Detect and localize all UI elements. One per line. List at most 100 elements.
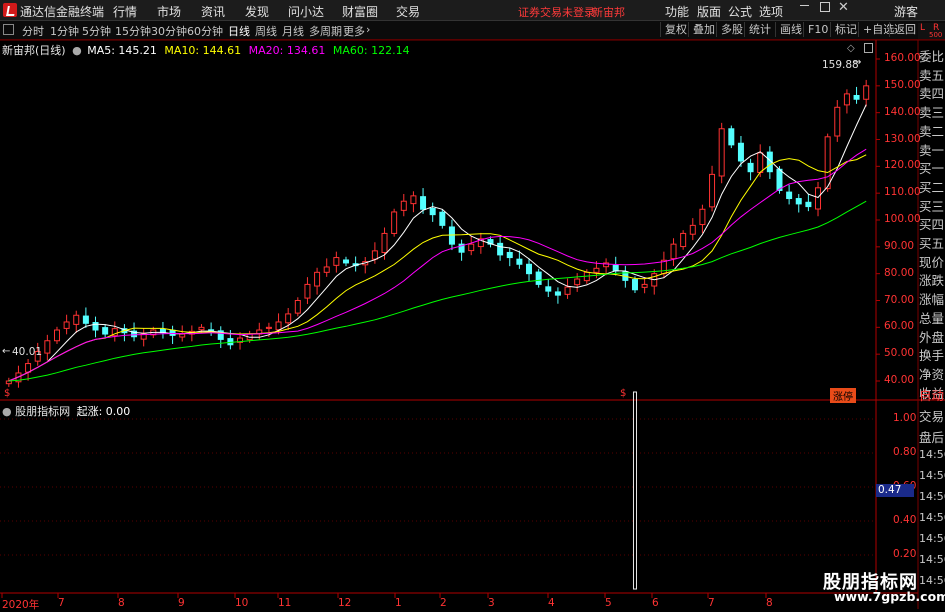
side-trade-tab[interactable]: 盘后 — [919, 427, 945, 446]
candle-body — [786, 191, 793, 200]
candle-body — [198, 326, 205, 331]
candle-body — [506, 251, 513, 259]
candle-body — [641, 283, 648, 288]
price-tick-label: 80.00 — [884, 266, 915, 279]
side-quote-label: 买三 — [919, 198, 945, 214]
candle-body — [294, 300, 301, 314]
side-quote-label: 买五 — [919, 236, 945, 251]
side-quote-label: 卖二 — [919, 123, 945, 139]
candle-body — [381, 232, 388, 253]
candle-body — [227, 338, 234, 346]
time-tick-label: 1 — [395, 597, 402, 609]
candle-body — [73, 314, 80, 325]
price-tick-label: 150.00 — [884, 78, 921, 91]
price-tick-label: 110.00 — [884, 186, 921, 199]
candle-body — [448, 226, 455, 245]
candle-body — [391, 211, 398, 234]
candle-body — [497, 242, 504, 256]
time-tick-label: 12 — [338, 597, 352, 609]
price-tick-label: 120.00 — [884, 159, 921, 172]
side-quote-label: 现价 — [919, 254, 945, 270]
trade-time-label: 14:56 — [919, 574, 945, 587]
candle-body — [699, 208, 706, 226]
candle-body — [843, 93, 850, 106]
side-quote-label: 卖一 — [919, 142, 945, 158]
panel-toggle-icon[interactable] — [864, 43, 873, 53]
side-trade-tab[interactable]: 自动 — [919, 385, 945, 404]
limit-up-badge: 涨停 — [830, 388, 856, 403]
signal-s-icon: $ — [620, 388, 627, 399]
indicator-tick-label: 0.40 — [893, 514, 917, 526]
candle-body — [410, 195, 417, 205]
time-tick-label: 8 — [118, 597, 125, 609]
side-quote-label: 总量 — [919, 310, 945, 326]
candle-body — [815, 187, 822, 210]
candle-body — [728, 128, 735, 146]
candle-body — [468, 243, 475, 252]
candle-body — [25, 363, 32, 373]
ma20-line — [8, 148, 867, 382]
candle-body — [342, 259, 349, 264]
candle-body — [535, 271, 542, 285]
trade-time-label: 14:56 — [919, 469, 945, 482]
candle-body — [776, 168, 783, 191]
candle-body — [285, 313, 292, 324]
kline-chart[interactable] — [0, 0, 945, 609]
candle-body — [439, 211, 446, 226]
side-quote-label: 买二 — [919, 179, 945, 195]
time-tick-label: 6 — [652, 597, 659, 609]
candle-body — [5, 380, 12, 385]
time-tick-label: 8 — [766, 597, 773, 609]
side-trade-tab[interactable]: 交易 — [919, 406, 945, 425]
price-tick-label: 40.00 — [884, 374, 915, 386]
candle-body — [824, 136, 831, 190]
ma60-line — [8, 200, 867, 382]
candle-body — [680, 232, 687, 248]
low-price-label: 40.01 — [12, 346, 43, 358]
high-arrow-icon: → — [853, 57, 862, 68]
candle-body — [689, 224, 696, 235]
indicator-tick-label: 0.20 — [893, 548, 917, 560]
side-quote-label: 卖四 — [919, 86, 945, 102]
side-quote-label: 换手 — [919, 348, 945, 364]
side-quote-label: 涨跌 — [919, 273, 945, 289]
indicator-legend: ● 股朋指标网 起涨: 0.00 — [2, 403, 130, 419]
candle-body — [554, 291, 561, 296]
candle-body — [63, 321, 70, 329]
candle-body — [102, 327, 109, 335]
price-tick-label: 50.00 — [884, 347, 915, 360]
time-tick-label: 10 — [235, 597, 249, 609]
time-tick-label: 2020年 — [2, 599, 40, 611]
candle-body — [82, 315, 89, 324]
side-quote-label: 涨幅 — [919, 292, 945, 308]
candle-body — [429, 207, 436, 216]
trade-time-label: 14:56 — [919, 553, 945, 566]
watermark-url: www.7gpzb.com — [834, 589, 945, 604]
indicator-name[interactable]: 股朋指标网 — [15, 405, 70, 418]
price-tick-label: 60.00 — [884, 320, 915, 333]
candle-body — [516, 258, 523, 265]
candle-body — [545, 286, 552, 292]
trade-time-label: 14:56 — [919, 490, 945, 503]
candle-body — [718, 128, 725, 177]
time-tick-label: 9 — [178, 597, 185, 609]
price-tick-label: 160.00 — [884, 52, 921, 64]
time-tick-label: 3 — [488, 597, 495, 609]
diamond-icon[interactable]: ◇ — [847, 43, 855, 54]
indicator-spike-bar — [632, 391, 637, 590]
indicator-current-value: 0.47 — [876, 484, 914, 497]
candle-body — [564, 286, 571, 295]
candle-body — [371, 250, 378, 260]
side-quote-label: 买四 — [919, 217, 945, 233]
candle-body — [304, 283, 311, 299]
trade-time-label: 14:56 — [919, 448, 945, 461]
candle-body — [420, 196, 427, 210]
candle-body — [795, 198, 802, 205]
side-quote-label: 委比 — [919, 49, 945, 64]
indicator-settings-icon[interactable]: ● — [2, 405, 12, 418]
time-tick-label: 5 — [605, 597, 612, 609]
price-tick-label: 100.00 — [884, 213, 921, 225]
side-quote-label: 卖五 — [919, 67, 945, 83]
indicator-value: 起涨: 0.00 — [76, 405, 131, 418]
time-tick-label: 11 — [278, 597, 292, 609]
